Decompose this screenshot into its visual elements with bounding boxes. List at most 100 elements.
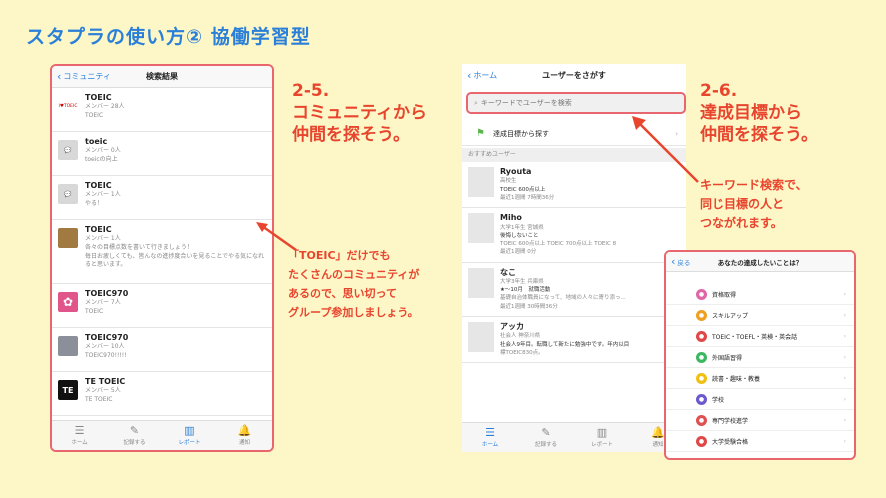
member-count: メンバー 1人 <box>85 235 121 243</box>
community-name: TOEIC <box>85 225 112 234</box>
member-count: メンバー 1人 <box>85 191 121 199</box>
chevron-left-icon: ‹ <box>467 68 472 82</box>
goal-label: 外国語習得 <box>712 354 743 362</box>
goal-category-icon: ● <box>696 435 707 447</box>
goal-select-screen: ‹ 戻る あなたの達成したいことは？ ● 資格取得 › ● スキルアップ › ● TOEIC・… <box>664 250 856 460</box>
community-description: TOEIC <box>85 112 104 120</box>
tab-chart[interactable]: ▥ レポート <box>574 423 630 452</box>
community-description: TOEIC <box>85 308 104 316</box>
community-description: TOEIC970!!!!! <box>85 352 127 360</box>
member-count: メンバー 7人 <box>85 299 121 307</box>
tab-pencil[interactable]: ✎ 記録する <box>518 423 574 452</box>
tab-chart[interactable]: ▥ レポート <box>162 421 217 450</box>
flag-icon: ⚑ <box>476 128 485 139</box>
chevron-right-icon: › <box>843 374 846 382</box>
chart-icon: ▥ <box>184 424 195 437</box>
member-count: メンバー 28人 <box>85 103 125 111</box>
bell-icon: 🔔 <box>651 426 665 439</box>
goal-category-icon: ● <box>696 309 707 321</box>
avatar <box>468 321 494 352</box>
user-name: なこ <box>500 267 516 277</box>
goal-item[interactable]: ● 外国語習得 › <box>666 347 854 368</box>
goal-item[interactable]: ● 資格取得 › <box>666 284 854 305</box>
user-detail: 大学1年生 宮城県 <box>500 224 544 231</box>
community-list-item[interactable]: ✿ TOEIC970 メンバー 7人 TOEIC <box>52 284 272 328</box>
community-list-item[interactable]: 💬 toeic メンバー 0人 toeicの向上 <box>52 132 272 176</box>
chevron-right-icon: › <box>843 416 846 424</box>
user-detail: 高校生 <box>500 178 517 185</box>
goal-item[interactable]: ● 読書・趣味・教養 › <box>666 368 854 389</box>
community-thumbnail <box>58 336 78 356</box>
chevron-right-icon: › <box>843 332 846 340</box>
tab-list[interactable]: ☰ ホーム <box>52 421 107 450</box>
caption-2-5: 2-5. コミュニティから 仲間を探そう。 <box>292 81 427 145</box>
user-list-item[interactable]: なこ 大学3年生 兵庫県 ★〜10月 就職活動 基礎自治体職員になって、地域の人々に寄… <box>462 263 686 317</box>
community-name: TOEIC <box>85 181 112 190</box>
community-list-item[interactable]: I♥TOEIC TOEIC メンバー 28人 TOEIC <box>52 88 272 132</box>
avatar <box>468 213 494 244</box>
goal-category-icon: ● <box>696 351 707 363</box>
member-count: メンバー 10人 <box>85 343 125 351</box>
goal-label: 学校 <box>712 396 725 404</box>
community-name: TOEIC970 <box>85 289 129 298</box>
user-search-field[interactable]: ⌕ <box>466 92 686 114</box>
community-list-item[interactable]: TE TE TOEIC メンバー 5人 TE TOEIC <box>52 372 272 416</box>
back-button[interactable]: ‹ コミュニティ <box>52 70 111 83</box>
user-detail: 基礎自治体職員になって、地域の人々に寄り添っ... <box>500 295 626 302</box>
community-description: やる！ <box>85 200 104 208</box>
user-detail: 最近1週間 30時間36分 <box>500 303 558 310</box>
back-button[interactable]: ‹ 戻る <box>666 255 690 268</box>
bell-icon: 🔔 <box>237 424 252 437</box>
chevron-right-icon: › <box>843 395 846 403</box>
screen-title: あなたの達成したいことは？ <box>717 258 803 267</box>
caption-keyword-search: キーワード検索で、 同じ目標の人と つながれます。 <box>700 178 808 230</box>
user-detail: 後悔しないこと <box>500 232 539 239</box>
community-list-item[interactable]: TOEIC970 メンバー 10人 TOEIC970!!!!! <box>52 328 272 372</box>
nav-bar: ‹ ホーム ユーザーをさがす <box>462 64 686 86</box>
goal-label: 専門学校進学 <box>712 417 749 425</box>
tab-bell[interactable]: 🔔 通知 <box>217 421 272 450</box>
goal-item[interactable]: ● 専門学校進学 › <box>666 410 854 431</box>
user-name: Ryouta <box>500 167 532 176</box>
user-list-item[interactable]: アッカ 社会人 神奈川県 社会人9年目。転職して新たに勉強中です。年内以目 標TOEI… <box>462 317 686 364</box>
community-description: toeicの向上 <box>85 156 118 164</box>
chevron-right-icon: › <box>843 290 846 298</box>
back-button[interactable]: ‹ ホーム <box>462 69 497 82</box>
chevron-right-icon: › <box>843 437 846 445</box>
arrow-to-list <box>256 222 297 252</box>
goal-category-icon: ● <box>696 393 707 405</box>
tab-bar: ☰ ホーム ✎ 記録する ▥ レポート 🔔 通知 <box>52 420 272 450</box>
chevron-left-icon: ‹ <box>57 70 62 83</box>
search-input[interactable] <box>480 99 671 107</box>
community-description: 各々の目標点数を書いて行きましょう！ <box>85 244 193 252</box>
pencil-icon: ✎ <box>541 426 551 439</box>
member-count: メンバー 0人 <box>85 147 121 155</box>
tab-list[interactable]: ☰ ホーム <box>462 423 518 452</box>
tab-pencil[interactable]: ✎ 記録する <box>107 421 162 450</box>
chevron-left-icon: ‹ <box>671 255 676 268</box>
goal-item[interactable]: ● 学校 › <box>666 389 854 410</box>
community-thumbnail: 💬 <box>58 184 78 204</box>
community-list-item[interactable]: TOEIC メンバー 1人 各々の目標点数を書いて行きましょう！ 毎日お疲しくても、皆… <box>52 220 272 284</box>
list-icon: ☰ <box>74 424 85 437</box>
goal-label: 資格取得 <box>712 291 737 299</box>
community-list-item[interactable]: 💬 TOEIC メンバー 1人 やる！ <box>52 176 272 220</box>
goal-label: 読書・趣味・教養 <box>712 375 761 383</box>
goal-item[interactable]: ● スキルアップ › <box>666 305 854 326</box>
goal-item[interactable]: ● TOEIC・TOEFL・英検・英会話 › <box>666 326 854 347</box>
community-name: toeic <box>85 137 108 146</box>
chevron-right-icon: › <box>843 353 846 361</box>
user-detail: 標TOEIC830点。 <box>500 349 544 356</box>
nav-bar: ‹ 戻る あなたの達成したいことは？ <box>666 252 854 272</box>
search-icon: ⌕ <box>474 98 478 107</box>
community-description: TE TOEIC <box>85 396 113 404</box>
user-list-item[interactable]: Miho 大学1年生 宮城県 後悔しないこと TOEIC 600点以上 TOEIC 7… <box>462 208 686 263</box>
goal-item[interactable]: ● 大学受験合格 › <box>666 431 854 452</box>
goal-category-icon: ● <box>696 288 707 300</box>
community-name: TE TOEIC <box>85 377 126 386</box>
user-detail: TOEIC 600点以上 <box>500 186 546 193</box>
goal-label: スキルアップ <box>712 312 749 320</box>
pencil-icon: ✎ <box>129 424 140 437</box>
user-detail: 社会人9年目。転職して新たに勉強中です。年内以目 <box>500 341 630 348</box>
user-name: Miho <box>500 213 522 223</box>
